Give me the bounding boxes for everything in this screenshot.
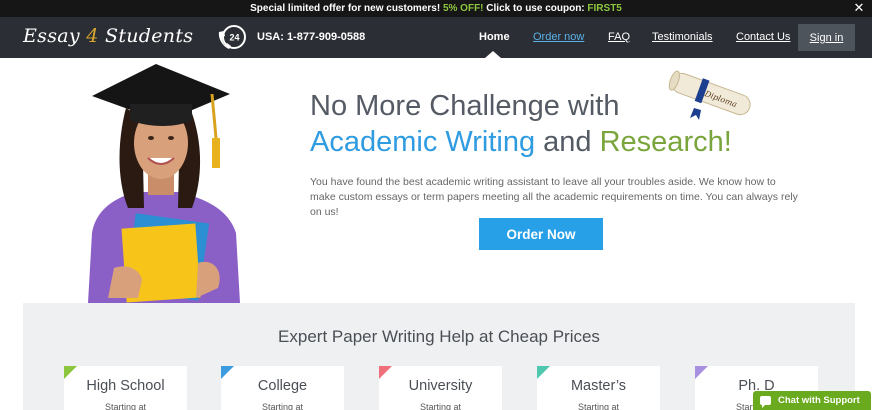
- pricing-section: Expert Paper Writing Help at Cheap Price…: [23, 303, 855, 410]
- nav-order-now[interactable]: Order now: [533, 31, 584, 43]
- level-name: College: [257, 378, 308, 394]
- pricing-title: Expert Paper Writing Help at Cheap Price…: [278, 327, 600, 346]
- level-starting: Starting at: [577, 402, 620, 410]
- nav-faq[interactable]: FAQ: [608, 31, 630, 43]
- hero-description: You have found the best academic writing…: [310, 176, 798, 218]
- order-now-button[interactable]: Order Now: [479, 218, 603, 250]
- level-starting: Starting at: [261, 402, 304, 410]
- headline-line-2: Academic Writing and Research!: [310, 126, 732, 158]
- phone-24-icon: 24: [218, 25, 246, 49]
- graduate-student-image: [88, 64, 240, 303]
- site-header: Essay 4 Students 24 USA: 1-877-909-0588 …: [0, 17, 872, 58]
- level-name: University: [408, 378, 473, 394]
- chat-label: Chat with Support: [778, 395, 860, 406]
- level-starting: Starting at: [419, 402, 462, 410]
- level-name: High School: [86, 378, 165, 394]
- chat-with-support-button[interactable]: Chat with Support: [753, 391, 871, 410]
- promo-coupon: FIRST5: [587, 3, 622, 14]
- nav-contact-us[interactable]: Contact Us: [736, 31, 790, 43]
- headline-line-1: No More Challenge with: [310, 90, 620, 122]
- close-icon[interactable]: ✕: [852, 1, 866, 15]
- promo-discount: 5% OFF!: [442, 3, 484, 14]
- phone-number[interactable]: USA: 1-877-909-0588: [257, 31, 365, 43]
- hero-headline: No More Challenge with Academic Writing …: [310, 88, 732, 160]
- level-name: Master’s: [570, 378, 627, 394]
- level-card-high-school[interactable]: High School Starting at: [64, 366, 187, 410]
- sign-in-button[interactable]: Sign in: [798, 24, 855, 51]
- level-card-university[interactable]: University Starting at: [379, 366, 502, 410]
- promo-text: Special limited offer for new customers!…: [250, 3, 622, 14]
- svg-text:24: 24: [229, 33, 239, 43]
- level-card-college[interactable]: College Starting at: [221, 366, 344, 410]
- nav-testimonials[interactable]: Testimonials: [652, 31, 713, 43]
- nav-home[interactable]: Home: [479, 31, 510, 43]
- promo-bar[interactable]: Special limited offer for new customers!…: [0, 0, 872, 17]
- chat-bubble-icon: [760, 396, 771, 408]
- active-nav-caret: [485, 51, 501, 58]
- level-starting: Starting at: [104, 402, 147, 410]
- level-card-masters[interactable]: Master’s Starting at: [537, 366, 660, 410]
- site-logo[interactable]: Essay 4 Students: [23, 25, 193, 47]
